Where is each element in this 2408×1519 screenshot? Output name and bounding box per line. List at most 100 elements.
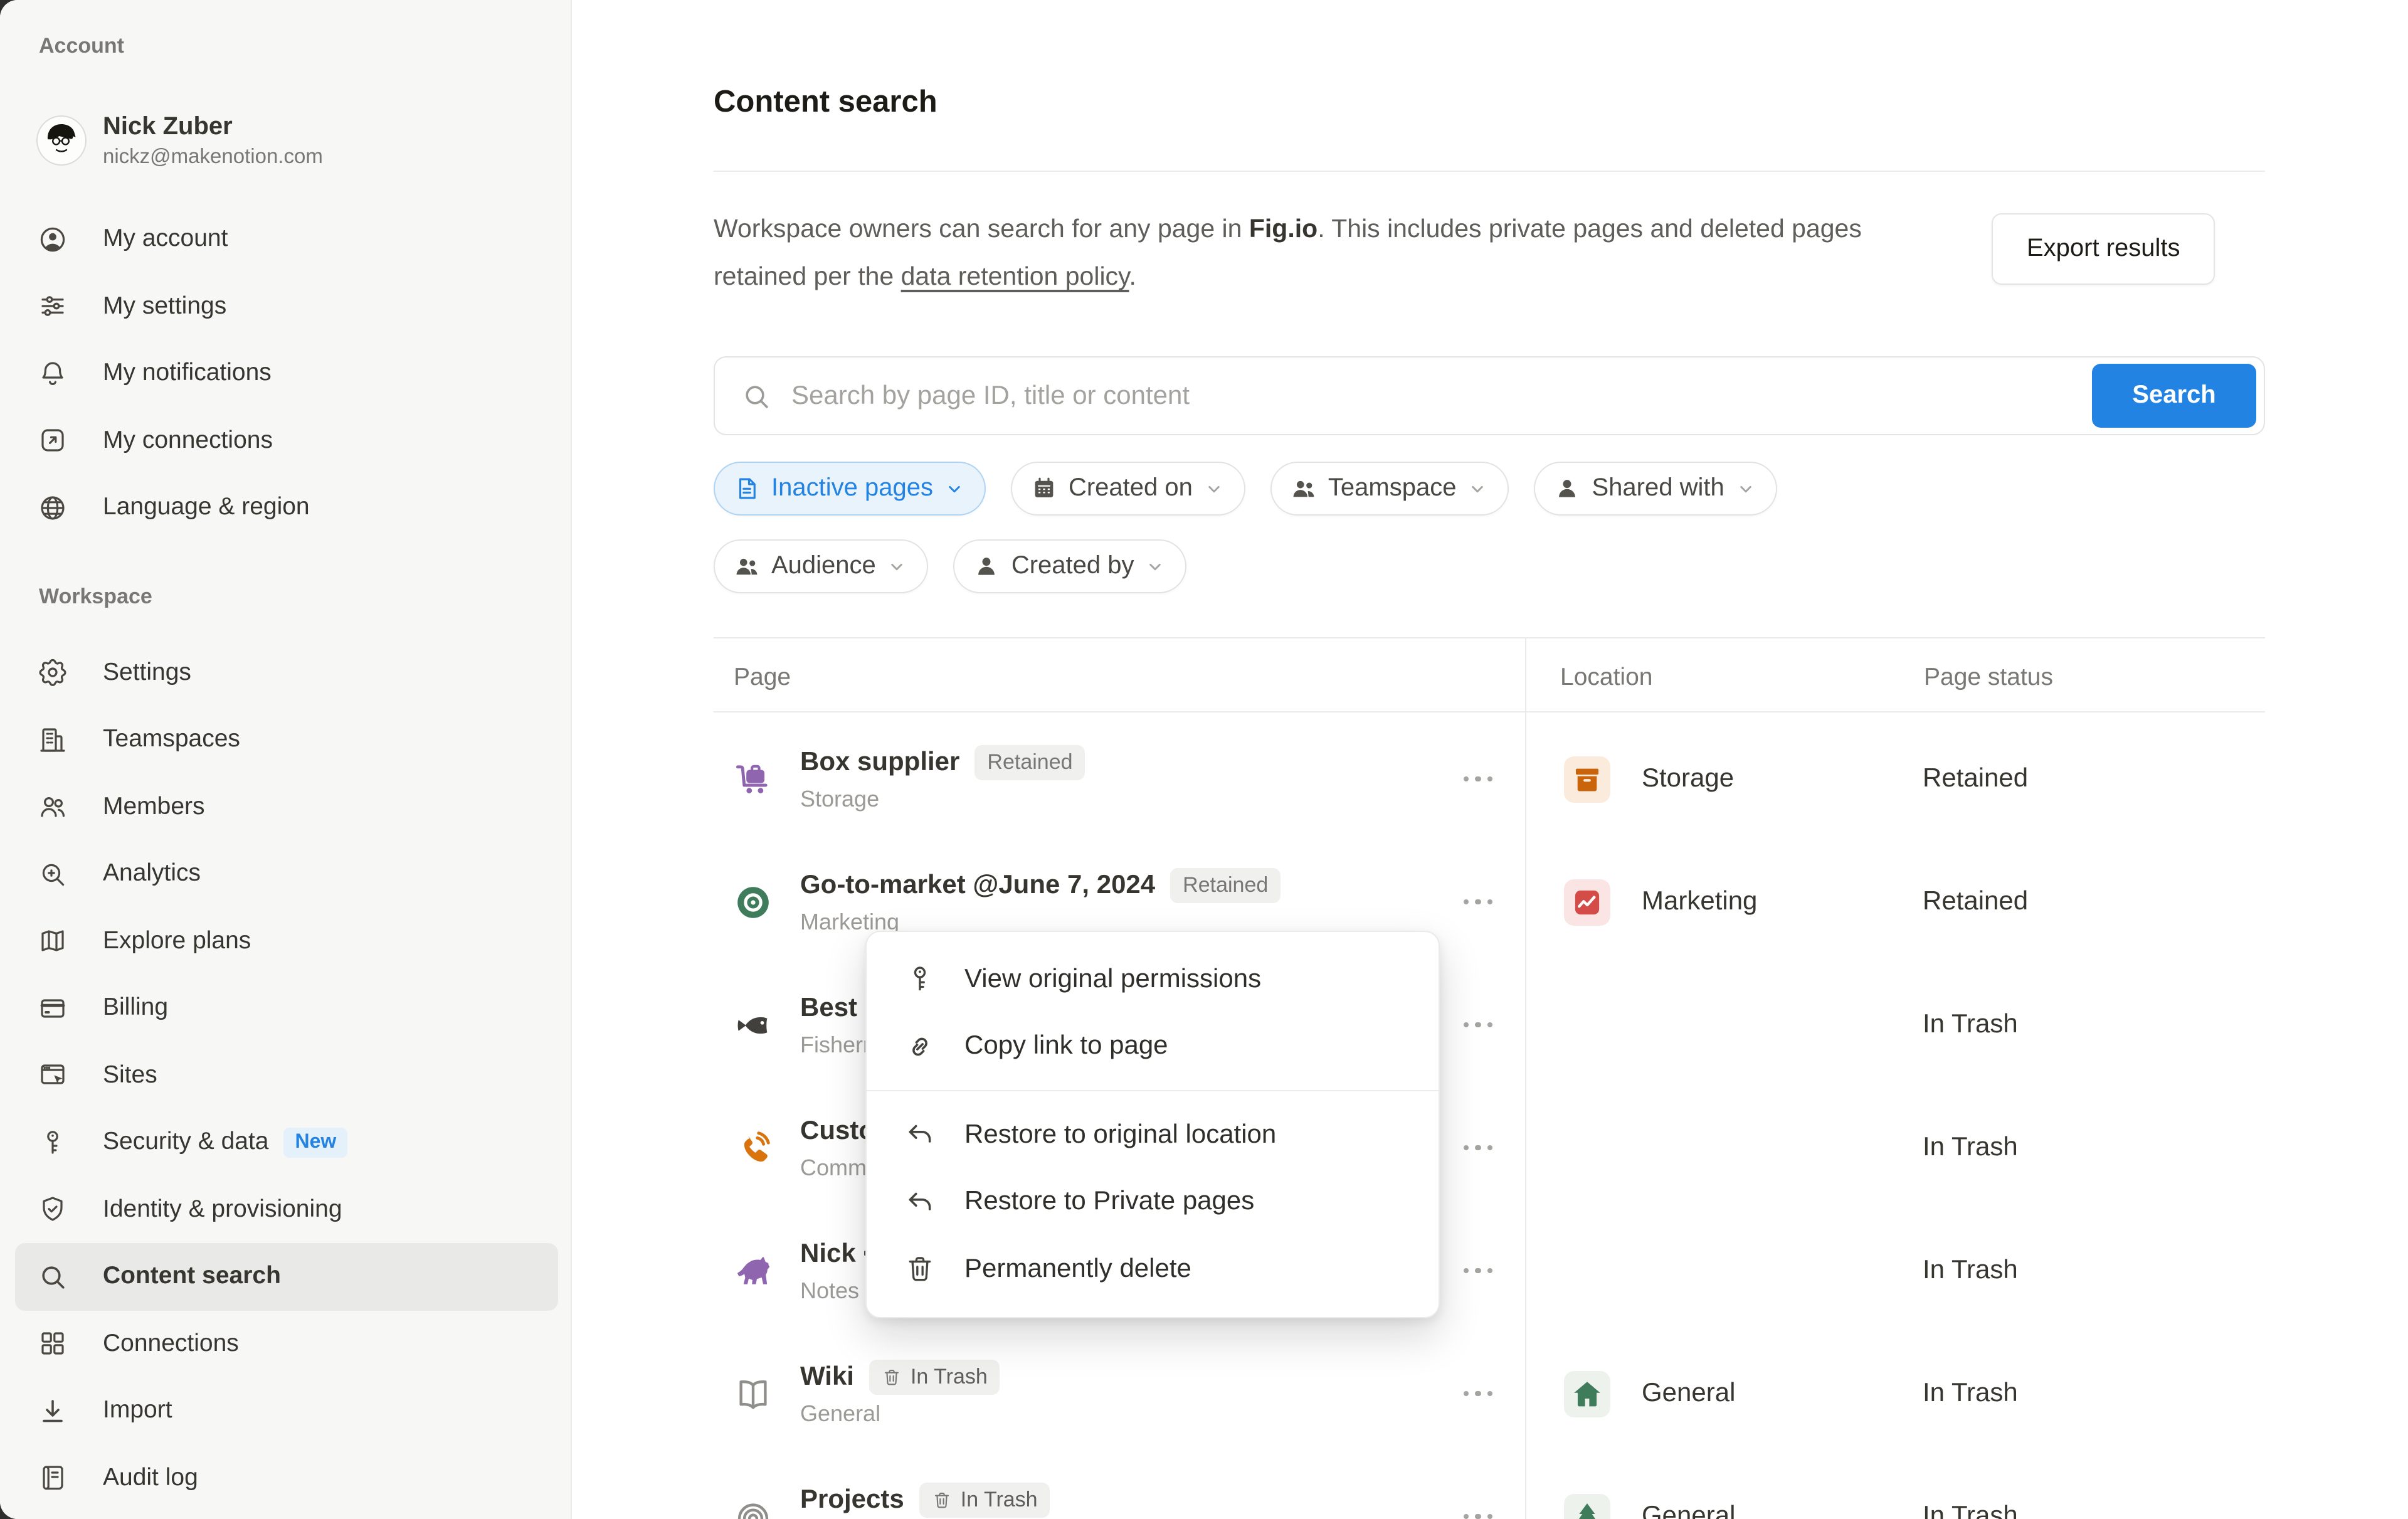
- filter-teamspace[interactable]: Teamspace: [1270, 462, 1509, 516]
- page-icon: [734, 475, 760, 502]
- filter-row-1: Inactive pages Created on Teamspace Shar…: [714, 462, 1777, 516]
- account-menu: My account My settings My notifications …: [0, 206, 571, 541]
- table-row[interactable]: Box supplier Retained Storage Storage Re…: [714, 717, 2265, 840]
- menu-item-restore-to-original-location[interactable]: Restore to original location: [867, 1101, 1439, 1168]
- page-status: In Trash: [1923, 1501, 2018, 1519]
- sidebar-item-import[interactable]: Import: [15, 1377, 558, 1444]
- row-menu-button[interactable]: [1463, 1391, 1492, 1397]
- key-icon: [38, 1128, 68, 1158]
- sidebar-item-my-settings[interactable]: My settings: [15, 273, 558, 340]
- sidebar-item-my-notifications[interactable]: My notifications: [15, 340, 558, 407]
- house-icon: [1564, 1370, 1610, 1417]
- sidebar-item-language-region[interactable]: Language & region: [15, 474, 558, 541]
- page-status: In Trash: [1923, 1133, 2018, 1163]
- filter-audience[interactable]: Audience: [714, 539, 929, 593]
- status-badge: In Trash: [869, 1359, 1000, 1394]
- sidebar-item-content-search[interactable]: Content search: [15, 1243, 558, 1310]
- filter-created-on[interactable]: Created on: [1011, 462, 1245, 516]
- menu-item-permanently-delete[interactable]: Permanently delete: [867, 1236, 1439, 1303]
- page-title-cell: Box supplier: [800, 747, 959, 777]
- status-badge: Retained: [974, 744, 1085, 780]
- location-name: General: [1642, 1379, 1735, 1409]
- page-title-cell: Wiki: [800, 1362, 854, 1392]
- filter-row-2: Audience Created by: [714, 539, 1187, 593]
- filter-inactive-pages[interactable]: Inactive pages: [714, 462, 986, 516]
- search-plus-icon: [38, 859, 68, 889]
- table-top-border: [714, 637, 2265, 638]
- search-button[interactable]: Search: [2092, 364, 2256, 428]
- chevron-down-icon: [944, 479, 964, 499]
- menu-item-restore-to-private-pages[interactable]: Restore to Private pages: [867, 1168, 1439, 1236]
- sidebar-item-my-connections[interactable]: My connections: [15, 407, 558, 474]
- sidebar-user-row[interactable]: Nick Zuber nickz@makenotion.com: [15, 105, 558, 176]
- row-menu-button[interactable]: [1463, 1268, 1492, 1274]
- content-search-page: Content search Workspace owners can sear…: [572, 0, 2408, 1519]
- menu-divider: [867, 1090, 1439, 1091]
- data-retention-policy-link[interactable]: data retention policy: [901, 262, 1129, 291]
- horse-icon: [734, 1251, 773, 1290]
- menu-item-view-original-permissions[interactable]: View original permissions: [867, 946, 1439, 1013]
- avatar: [38, 117, 85, 164]
- sidebar-item-identity-provisioning[interactable]: Identity & provisioning: [15, 1176, 558, 1243]
- search-icon: [741, 381, 771, 411]
- luggage-cart-icon: [734, 760, 773, 798]
- chevron-down-icon: [1146, 556, 1166, 576]
- sidebar-item-teamspaces[interactable]: Teamspaces: [15, 706, 558, 773]
- credit-card-icon: [38, 993, 68, 1024]
- filter-shared-with[interactable]: Shared with: [1534, 462, 1777, 516]
- calendar-icon: [1031, 475, 1057, 502]
- trash-icon: [932, 1490, 952, 1510]
- page-description: Workspace owners can search for any page…: [714, 206, 1880, 301]
- link-icon: [904, 1031, 936, 1062]
- status-badge: In Trash: [919, 1482, 1050, 1517]
- sidebar-item-explore-plans[interactable]: Explore plans: [15, 908, 558, 975]
- sidebar-item-settings[interactable]: Settings: [15, 639, 558, 706]
- column-header-page: Page: [734, 664, 791, 692]
- row-menu-button[interactable]: [1463, 776, 1492, 782]
- storage-box-icon: [1564, 756, 1610, 802]
- row-menu-button[interactable]: [1463, 1145, 1492, 1151]
- sidebar-item-security-data[interactable]: Security & data New: [15, 1109, 558, 1176]
- menu-item-copy-link-to-page[interactable]: Copy link to page: [867, 1013, 1439, 1080]
- page-status: Retained: [1923, 887, 2028, 917]
- page-subtitle: General: [800, 1400, 1000, 1428]
- table-header-border: [714, 711, 2265, 712]
- settings-sidebar: Account Nick Zuber nickz@makenotion.com …: [0, 0, 572, 1519]
- people-icon: [38, 792, 68, 822]
- sidebar-item-analytics[interactable]: Analytics: [15, 840, 558, 908]
- page-subtitle: Storage: [800, 786, 1085, 813]
- sidebar-item-my-account[interactable]: My account: [15, 206, 558, 273]
- sidebar-item-members[interactable]: Members: [15, 773, 558, 840]
- search-input[interactable]: [789, 379, 2092, 412]
- bell-icon: [38, 359, 68, 389]
- tree-icon: [1564, 1493, 1610, 1519]
- people-icon: [734, 553, 760, 580]
- export-results-button[interactable]: Export results: [1992, 213, 2215, 285]
- sidebar-item-connections[interactable]: Connections: [15, 1310, 558, 1377]
- person-circle-icon: [38, 225, 68, 255]
- sidebar-item-billing[interactable]: Billing: [15, 975, 558, 1042]
- workspace-name: Fig.io: [1249, 214, 1318, 243]
- page-status: In Trash: [1923, 1256, 2018, 1286]
- chevron-down-icon: [1736, 479, 1756, 499]
- page-title: Content search: [714, 85, 937, 120]
- table-row[interactable]: Wiki In Trash General General In Trash: [714, 1332, 2265, 1455]
- row-menu-button[interactable]: [1463, 1514, 1492, 1519]
- page-status: In Trash: [1923, 1379, 2018, 1409]
- page-status: In Trash: [1923, 1010, 2018, 1040]
- undo-icon: [904, 1119, 936, 1151]
- row-menu-button[interactable]: [1463, 899, 1492, 905]
- table-row[interactable]: Projects In Trash General In Trash: [714, 1455, 2265, 1519]
- globe-icon: [38, 493, 68, 523]
- person-icon: [974, 553, 1000, 580]
- person-icon: [1554, 475, 1580, 502]
- workspace-menu: Settings Teamspaces Members Analytics Ex…: [0, 639, 571, 1511]
- book-icon: [734, 1374, 773, 1413]
- filter-created-by[interactable]: Created by: [954, 539, 1187, 593]
- search-icon: [38, 1262, 68, 1292]
- sidebar-item-audit-log[interactable]: Audit log: [15, 1444, 558, 1511]
- location-name: Storage: [1642, 764, 1734, 794]
- building-icon: [38, 725, 68, 755]
- sidebar-item-sites[interactable]: Sites: [15, 1042, 558, 1109]
- row-menu-button[interactable]: [1463, 1022, 1492, 1028]
